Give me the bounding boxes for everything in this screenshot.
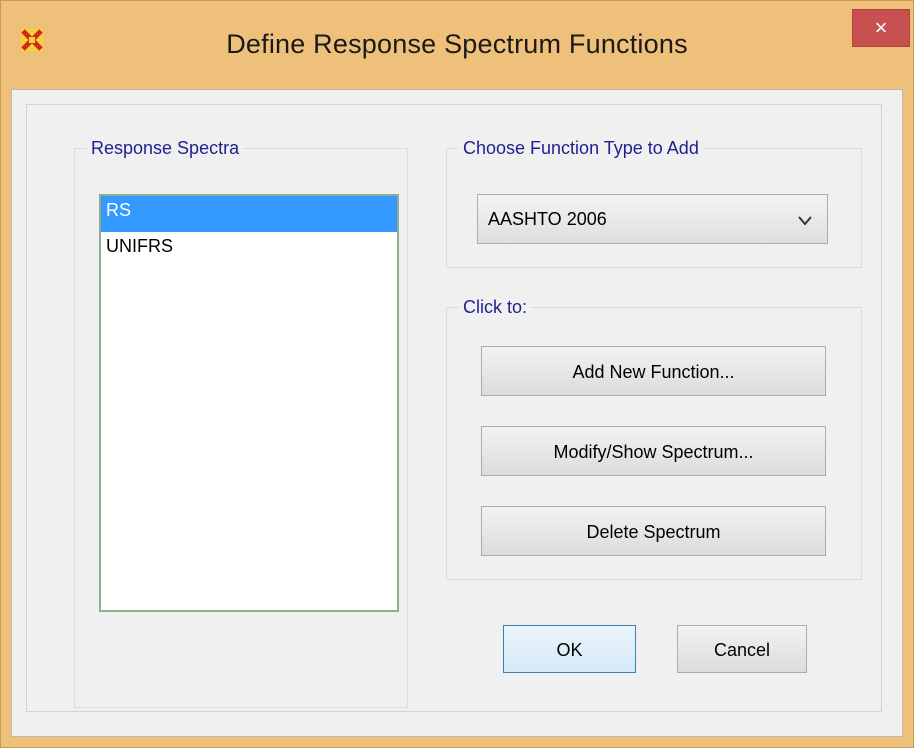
window-title: Define Response Spectrum Functions [226, 29, 688, 59]
delete-spectrum-button[interactable]: Delete Spectrum [481, 506, 826, 556]
modify-show-spectrum-button[interactable]: Modify/Show Spectrum... [481, 426, 826, 476]
function-type-legend: Choose Function Type to Add [463, 138, 699, 158]
function-type-value: AASHTO 2006 [488, 209, 607, 229]
dialog-client-area: Response Spectra RS UNIFRS Choose Functi… [11, 89, 903, 737]
list-item-rs[interactable]: RS [101, 196, 397, 232]
list-item-unifrs[interactable]: UNIFRS [101, 232, 397, 267]
cancel-button[interactable]: Cancel [677, 625, 807, 673]
chevron-down-icon [798, 216, 812, 226]
function-type-dropdown[interactable]: AASHTO 2006 [477, 194, 828, 244]
response-spectra-legend: Response Spectra [91, 138, 240, 158]
ok-button[interactable]: OK [503, 625, 636, 673]
title-bar[interactable]: Define Response Spectrum Functions × [1, 1, 913, 89]
dialog-window: Define Response Spectrum Functions × Res… [0, 0, 914, 748]
click-to-legend: Click to: [463, 297, 528, 317]
close-icon: × [874, 15, 888, 40]
close-button[interactable]: × [852, 9, 910, 47]
spectra-listbox[interactable]: RS UNIFRS [99, 194, 399, 612]
add-new-function-button[interactable]: Add New Function... [481, 346, 826, 396]
